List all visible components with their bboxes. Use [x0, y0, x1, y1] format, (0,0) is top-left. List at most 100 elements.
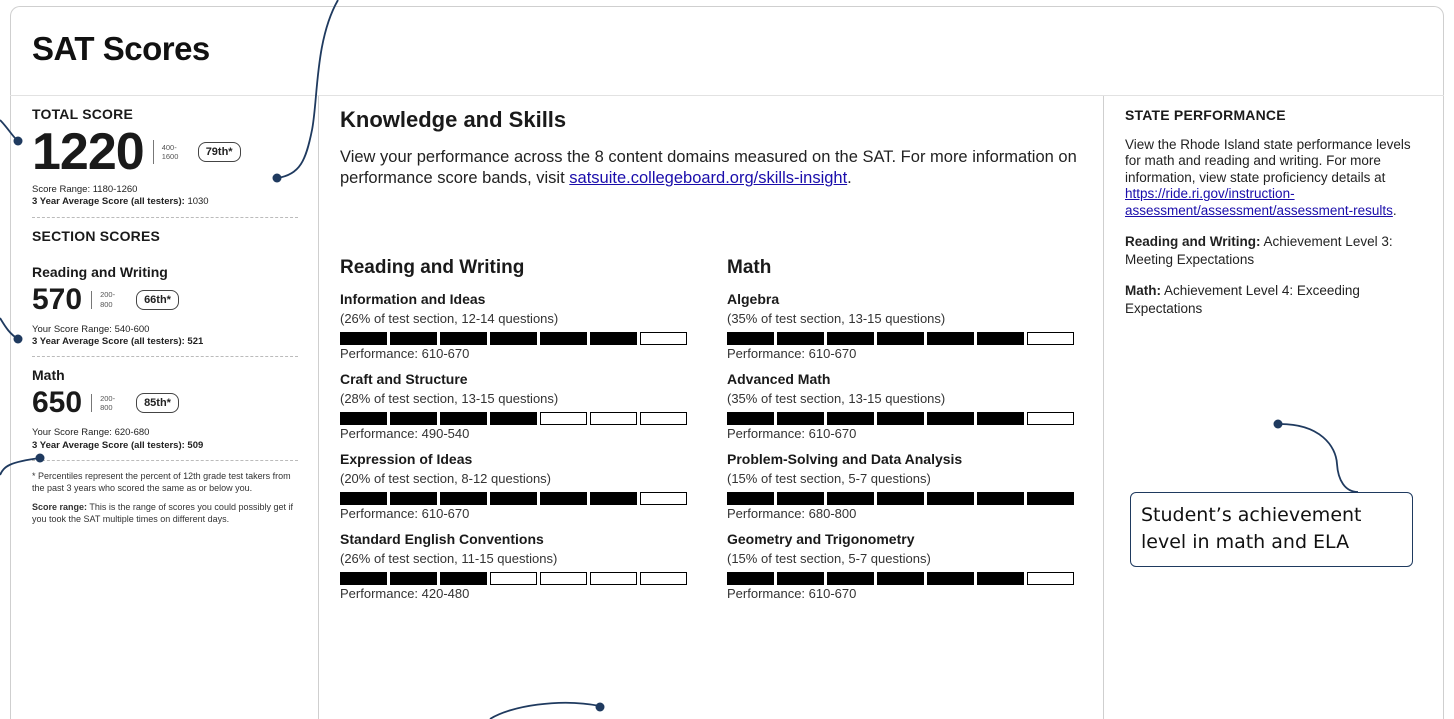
- total-score-label: TOTAL SCORE: [32, 106, 133, 122]
- bar-segment-filled: [390, 572, 437, 585]
- bar-segment-filled: [540, 332, 587, 345]
- performance-band: Performance: 420-480: [340, 586, 470, 601]
- achievement-callout-box: Student’s achievement level in math and …: [1130, 492, 1413, 567]
- bar-segment-filled: [390, 412, 437, 425]
- total-score-value: 1220: [32, 123, 145, 181]
- skill-name: Information and Ideas: [340, 291, 486, 307]
- bar-segment-filled: [490, 332, 537, 345]
- column-divider-left: [318, 96, 319, 719]
- bar-segment-filled: [340, 572, 387, 585]
- knowledge-skills-intro: View your performance across the 8 conte…: [340, 148, 1077, 188]
- bar-segment-empty: [640, 572, 687, 585]
- performance-band: Performance: 610-670: [340, 506, 470, 521]
- state-performance-desc: View the Rhode Island state performance …: [1125, 137, 1411, 218]
- header-divider: [10, 95, 1444, 96]
- bar-segment-empty: [540, 412, 587, 425]
- divider: [32, 356, 298, 358]
- bar-segment-filled: [490, 492, 537, 505]
- performance-bar: [727, 572, 1087, 585]
- math-score-row: 650 200- 800 85th*: [32, 383, 298, 423]
- math-domains-title: Math: [727, 257, 772, 278]
- skill-name: Problem-Solving and Data Analysis: [727, 451, 963, 467]
- rw-domains-column: Reading and Writing Information and Idea…: [340, 257, 700, 611]
- bar-segment-filled: [390, 492, 437, 505]
- total-percentile-badge: 79th*: [197, 142, 241, 162]
- score-range-note: Score range: This is the range of scores…: [32, 502, 293, 525]
- bar-segment-filled: [440, 332, 487, 345]
- math-score-range: Your Score Range: 620-680: [32, 427, 150, 439]
- bar-segment-filled: [1027, 492, 1074, 505]
- bar-segment-filled: [340, 332, 387, 345]
- skill-name: Standard English Conventions: [340, 531, 544, 547]
- skill-item: Expression of Ideas (20% of test section,…: [340, 451, 700, 521]
- math-domains-column: Math Algebra (35% of test section, 13-15 …: [727, 257, 1087, 611]
- rw-score-range: Your Score Range: 540-600: [32, 323, 150, 335]
- performance-band: Performance: 610-670: [727, 346, 857, 361]
- bar-segment-filled: [590, 492, 637, 505]
- bar-segment-filled: [877, 492, 924, 505]
- performance-bar: [340, 572, 700, 585]
- state-proficiency-link[interactable]: https://ride.ri.gov/instruction-assessme…: [1125, 186, 1393, 217]
- performance-band: Performance: 610-670: [340, 346, 470, 361]
- skill-name: Advanced Math: [727, 371, 831, 387]
- skill-item: Information and Ideas (26% of test sectio…: [340, 291, 700, 361]
- column-divider-right: [1103, 96, 1104, 719]
- math-percentile-badge: 85th*: [136, 393, 179, 414]
- skill-item: Geometry and Trigonometry (15% of test se…: [727, 531, 1087, 601]
- math-avg-score: 3 Year Average Score (all testers): 509: [32, 439, 204, 451]
- skills-insight-link[interactable]: satsuite.collegeboard.org/skills-insight: [569, 169, 847, 187]
- bar-segment-filled: [827, 572, 874, 585]
- bar-segment-filled: [977, 332, 1024, 345]
- bar-segment-empty: [490, 572, 537, 585]
- rw-percentile-badge: 66th*: [136, 289, 179, 310]
- bar-segment-empty: [590, 412, 637, 425]
- bar-segment-filled: [540, 492, 587, 505]
- math-score-value: 650: [32, 386, 83, 420]
- bar-segment-empty: [590, 572, 637, 585]
- bar-segment-filled: [927, 492, 974, 505]
- bar-segment-filled: [440, 412, 487, 425]
- bar-segment-filled: [877, 572, 924, 585]
- bar-segment-filled: [827, 332, 874, 345]
- section-scores-label: SECTION SCORES: [32, 227, 161, 244]
- performance-bar: [727, 492, 1087, 505]
- math-achievement-level: Math: Achievement Level 4: Exceeding Exp…: [1125, 283, 1360, 316]
- bar-segment-empty: [640, 412, 687, 425]
- bar-segment-filled: [490, 412, 537, 425]
- rw-domains-title: Reading and Writing: [340, 257, 525, 278]
- knowledge-skills-title: Knowledge and Skills: [340, 107, 567, 132]
- state-performance-column: STATE PERFORMANCE View the Rhode Island …: [1125, 107, 1425, 318]
- rw-section-name: Reading and Writing: [32, 263, 168, 280]
- performance-band: Performance: 610-670: [727, 426, 857, 441]
- scores-column: TOTAL SCORE 1220 400- 1600 79th* Score R…: [32, 106, 298, 526]
- performance-band: Performance: 490-540: [340, 426, 470, 441]
- bar-segment-empty: [540, 572, 587, 585]
- skill-name: Expression of Ideas: [340, 451, 473, 467]
- bar-segment-filled: [827, 492, 874, 505]
- skill-description: (28% of test section, 13-15 questions): [340, 391, 559, 406]
- skill-description: (26% of test section, 11-15 questions): [340, 551, 558, 566]
- rw-score-row: 570 200- 800 66th*: [32, 280, 298, 320]
- skill-description: (35% of test section, 13-15 questions): [727, 311, 946, 326]
- rw-avg-score: 3 Year Average Score (all testers): 521: [32, 336, 204, 348]
- bar-segment-filled: [590, 332, 637, 345]
- skill-item: Problem-Solving and Data Analysis (15% of…: [727, 451, 1087, 521]
- bar-segment-empty: [640, 492, 687, 505]
- bar-segment-filled: [777, 332, 824, 345]
- bar-segment-filled: [877, 332, 924, 345]
- bar-segment-filled: [877, 412, 924, 425]
- bar-segment-filled: [977, 492, 1024, 505]
- bar-segment-filled: [340, 412, 387, 425]
- bar-segment-filled: [340, 492, 387, 505]
- skill-description: (15% of test section, 5-7 questions): [727, 471, 931, 486]
- math-range-scale: 200- 800: [100, 394, 116, 413]
- bar-segment-empty: [1027, 572, 1074, 585]
- skill-item: Algebra (35% of test section, 13-15 quest…: [727, 291, 1087, 361]
- total-score-range-scale: 400- 1600: [161, 142, 179, 161]
- total-score-row: 1220 400- 1600 79th*: [32, 122, 298, 182]
- rw-achievement-level: Reading and Writing: Achievement Level 3…: [1125, 234, 1393, 267]
- skill-item: Advanced Math (35% of test section, 13-15…: [727, 371, 1087, 441]
- page-title: SAT Scores: [32, 30, 210, 67]
- bar-segment-filled: [827, 412, 874, 425]
- bar-segment-filled: [440, 572, 487, 585]
